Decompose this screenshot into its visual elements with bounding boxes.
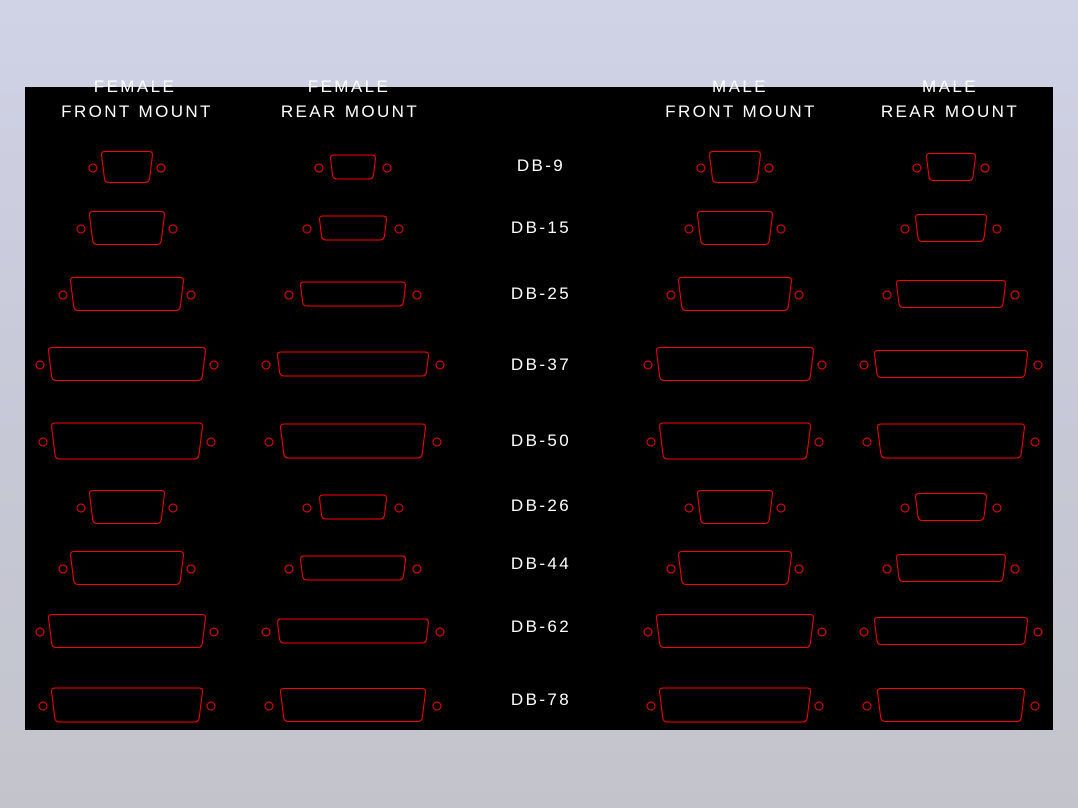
header-female-rear-line2: REAR MOUNT <box>281 102 419 121</box>
header-female-front-line2: FRONT MOUNT <box>61 102 213 121</box>
connector-label: DB-25 <box>511 284 571 303</box>
header-male-rear-line2: REAR MOUNT <box>881 102 1019 121</box>
header-female-rear-line1: FEMALE <box>308 77 390 96</box>
header-male-rear-line1: MALE <box>922 77 978 96</box>
connector-label: DB-37 <box>511 355 571 374</box>
connector-label: DB-62 <box>511 617 571 636</box>
connector-label: DB-9 <box>517 156 565 175</box>
header-male-front-line1: MALE <box>712 77 768 96</box>
connector-label: DB-15 <box>511 218 571 237</box>
connector-label: DB-44 <box>511 554 571 573</box>
connector-label: DB-26 <box>511 496 571 515</box>
connector-label: DB-78 <box>511 690 571 709</box>
header-male-front-line2: FRONT MOUNT <box>665 102 817 121</box>
header-female-front-line1: FEMALE <box>94 77 176 96</box>
connector-label: DB-50 <box>511 431 571 450</box>
connector-cutout-drawing: FEMALE FRONT MOUNT FEMALE REAR MOUNT MAL… <box>25 77 1053 730</box>
